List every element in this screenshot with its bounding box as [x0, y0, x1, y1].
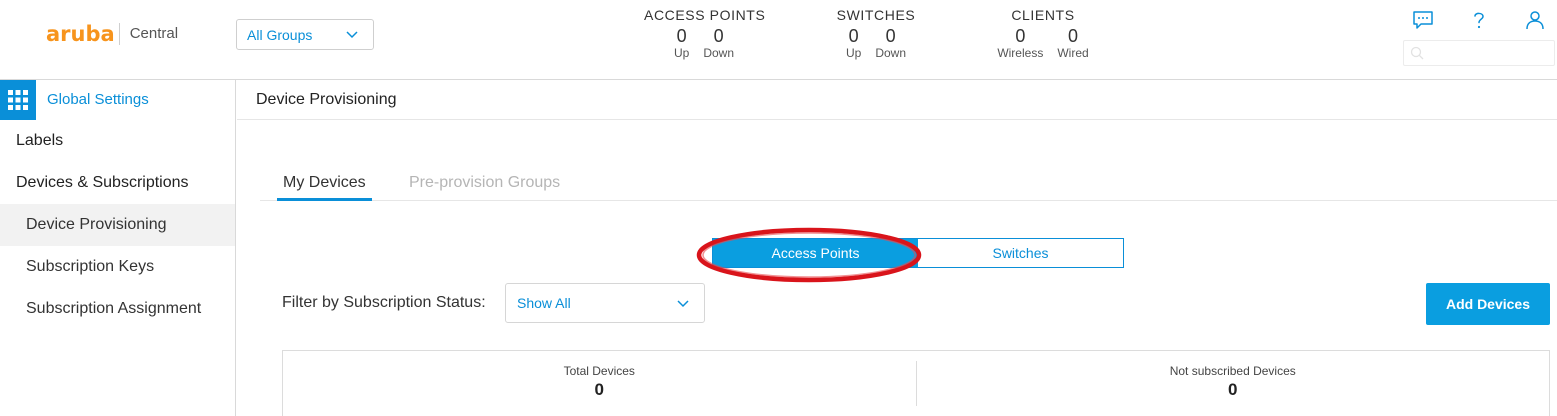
sidebar-item-devices-subscriptions[interactable]: Devices & Subscriptions: [0, 162, 235, 204]
wired-count: 0: [1067, 26, 1078, 46]
chevron-down-icon: [677, 300, 689, 308]
switch-up-count: 0: [848, 26, 859, 46]
stat-title: ACCESS POINTS: [644, 7, 766, 23]
sidebar-item-subscription-keys[interactable]: Subscription Keys: [0, 246, 235, 288]
subscription-status-select[interactable]: Show All: [505, 283, 705, 323]
tab-pre-provision-groups[interactable]: Pre-provision Groups: [409, 174, 560, 201]
grid-icon: [8, 90, 28, 110]
stat-title: SWITCHES: [836, 7, 916, 23]
total-devices-count: 0: [594, 380, 604, 399]
device-summary-panel: Total Devices 0 Not subscribed Devices 0: [282, 350, 1550, 416]
sidebar-header: Global Settings: [0, 80, 235, 120]
group-select[interactable]: All Groups: [236, 19, 374, 50]
wired-label: Wired: [1057, 46, 1089, 60]
sidebar-item-labels[interactable]: Labels: [0, 120, 235, 162]
aruba-logo[interactable]: aruba Central: [46, 22, 178, 46]
switch-up-label: Up: [845, 46, 862, 60]
total-devices-label: Total Devices: [563, 364, 635, 378]
page-title: Device Provisioning: [256, 91, 397, 108]
ap-down-count: 0: [713, 26, 724, 46]
chevron-down-icon: [346, 31, 358, 39]
switch-down-label: Down: [875, 46, 907, 60]
not-subscribed-summary: Not subscribed Devices 0: [917, 351, 1550, 416]
not-subscribed-count: 0: [1228, 380, 1238, 399]
sidebar: Global Settings Labels Devices & Subscri…: [0, 80, 236, 416]
not-subscribed-label: Not subscribed Devices: [1169, 364, 1296, 378]
subscription-status-value: Show All: [517, 295, 571, 311]
global-settings-link[interactable]: Global Settings: [47, 80, 149, 120]
sidebar-item-device-provisioning[interactable]: Device Provisioning: [0, 204, 235, 246]
ap-up-count: 0: [676, 26, 687, 46]
help-icon[interactable]: [1467, 8, 1491, 32]
switches-stats[interactable]: SWITCHES 0 Up 0 Down: [830, 7, 922, 60]
total-devices-summary: Total Devices 0: [283, 351, 916, 416]
chat-icon[interactable]: [1411, 8, 1435, 32]
switches-toggle[interactable]: Switches: [918, 239, 1123, 267]
wireless-label: Wireless: [997, 46, 1044, 60]
group-select-value: All Groups: [247, 26, 313, 43]
page-title-bar: Device Provisioning: [237, 80, 1557, 120]
logo-product-name: Central: [129, 25, 179, 42]
clients-stats[interactable]: CLIENTS 0 Wireless 0 Wired: [988, 7, 1098, 60]
logo-divider: [118, 23, 120, 45]
top-header: aruba Central All Groups ACCESS POINTS 0…: [0, 0, 1557, 80]
access-points-stats[interactable]: ACCESS POINTS 0 Up 0 Down: [644, 7, 766, 60]
device-type-toggle: Access Points Switches: [712, 238, 1124, 268]
logo-wordmark: aruba: [46, 22, 115, 46]
tab-my-devices[interactable]: My Devices: [277, 174, 372, 201]
tab-bar: My Devices Pre-provision Groups: [260, 166, 1557, 201]
ap-down-label: Down: [703, 46, 735, 60]
search-icon: [1410, 46, 1424, 60]
access-points-toggle[interactable]: Access Points: [713, 239, 918, 267]
sidebar-item-subscription-assignment[interactable]: Subscription Assignment: [0, 288, 235, 330]
switch-down-count: 0: [885, 26, 896, 46]
user-icon[interactable]: [1523, 8, 1547, 32]
add-devices-button[interactable]: Add Devices: [1426, 283, 1550, 325]
filter-label: Filter by Subscription Status:: [282, 294, 486, 311]
stat-title: CLIENTS: [1011, 7, 1075, 23]
apps-grid-button[interactable]: [0, 80, 36, 120]
ap-up-label: Up: [673, 46, 690, 60]
search-input[interactable]: [1403, 40, 1555, 66]
wireless-count: 0: [1015, 26, 1026, 46]
